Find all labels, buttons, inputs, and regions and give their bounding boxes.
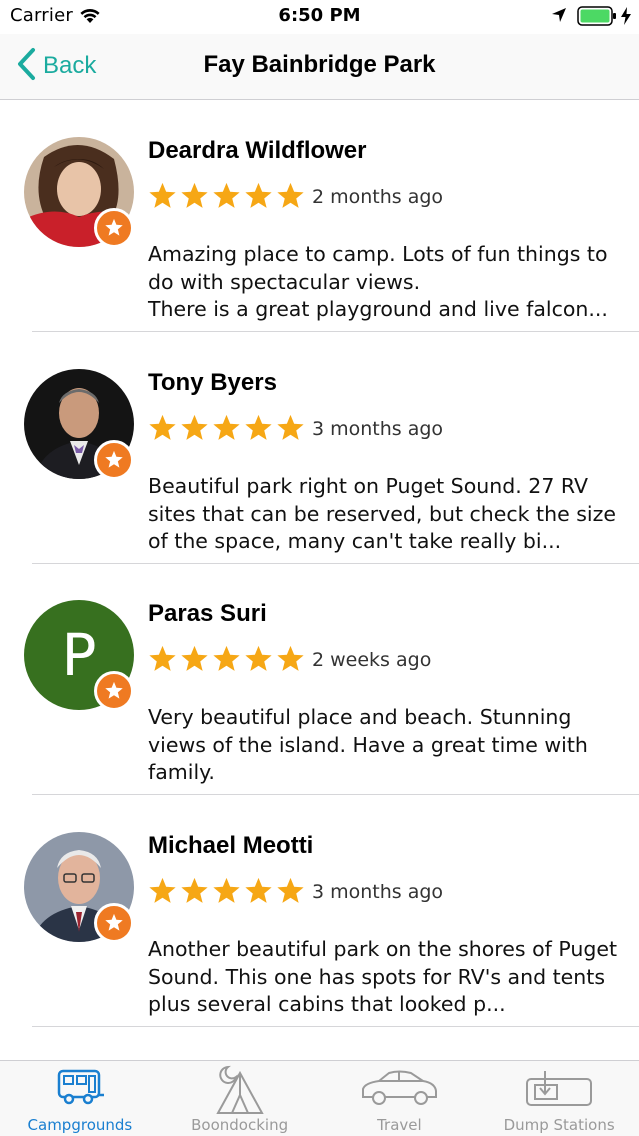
star-icon	[147, 644, 178, 678]
star-icon	[275, 181, 306, 215]
review-item[interactable]: Tony Byers 3 months ago Beautiful park r…	[0, 332, 639, 564]
star-icon	[275, 644, 306, 678]
star-icon	[211, 876, 242, 910]
battery-icon	[577, 6, 617, 30]
review-time: 2 months ago	[312, 186, 444, 208]
tab-label: Dump Stations	[503, 1116, 615, 1134]
star-icon	[243, 181, 274, 215]
star-icon	[179, 876, 210, 910]
star-icon	[243, 876, 274, 910]
reviewer-avatar	[24, 832, 136, 944]
status-bar: Carrier 6:50 PM	[0, 0, 639, 34]
star-icon	[147, 181, 178, 215]
review-time: 2 weeks ago	[312, 649, 432, 671]
reviewer-name: Tony Byers	[148, 369, 277, 396]
tab-label: Campgrounds	[27, 1116, 133, 1134]
review-text: Amazing place to camp. Lots of fun thing…	[148, 242, 608, 321]
star-icon	[275, 876, 306, 910]
star-rating	[147, 181, 306, 215]
review-text: Beautiful park right on Puget Sound. 27 …	[148, 474, 616, 553]
review-time: 3 months ago	[312, 418, 444, 440]
star-icon	[179, 644, 210, 678]
review-list[interactable]: Deardra Wildflower 2 months ago Amazing …	[0, 100, 639, 1060]
reviewer-name: Deardra Wildflower	[148, 137, 367, 164]
reviewer-name: Michael Meotti	[148, 832, 314, 859]
location-arrow-icon	[551, 7, 567, 27]
page-title: Fay Bainbridge Park	[203, 51, 436, 78]
star-icon	[211, 181, 242, 215]
tab-bar: Campgrounds Boondocking Travel Dump Stat…	[0, 1060, 639, 1136]
rv-icon	[55, 1065, 105, 1111]
charging-bolt-icon	[620, 6, 632, 30]
car-icon	[359, 1065, 439, 1113]
star-icon	[179, 181, 210, 215]
star-icon	[243, 413, 274, 447]
review-text: Very beautiful place and beach. Stunning…	[148, 705, 588, 784]
star-rating	[147, 644, 306, 678]
star-icon	[243, 644, 274, 678]
tab-label: Boondocking	[191, 1116, 289, 1134]
badge-star-icon	[94, 903, 134, 943]
star-icon	[211, 413, 242, 447]
review-item[interactable]: Deardra Wildflower 2 months ago Amazing …	[0, 100, 639, 332]
badge-star-icon	[94, 208, 134, 248]
review-time: 3 months ago	[312, 881, 444, 903]
star-icon	[211, 644, 242, 678]
divider	[32, 1026, 639, 1027]
navigation-bar: Back Fay Bainbridge Park	[0, 34, 639, 100]
reviewer-name: Paras Suri	[148, 600, 267, 627]
review-text: Another beautiful park on the shores of …	[148, 937, 618, 1016]
star-icon	[179, 413, 210, 447]
dump-station-icon	[523, 1065, 595, 1113]
review-item[interactable]: Michael Meotti 3 months ago Another beau…	[0, 795, 639, 1027]
star-rating	[147, 876, 306, 910]
tab-label: Travel	[377, 1116, 422, 1134]
tab-travel[interactable]: Travel	[320, 1061, 480, 1136]
clock: 6:50 PM	[278, 5, 361, 26]
reviewer-avatar	[24, 137, 136, 249]
star-icon	[275, 413, 306, 447]
tab-campgrounds[interactable]: Campgrounds	[0, 1061, 160, 1136]
reviewer-avatar: P	[24, 600, 136, 712]
tent-moon-icon	[214, 1065, 266, 1119]
tab-dump-stations[interactable]: Dump Stations	[479, 1061, 639, 1136]
star-rating	[147, 413, 306, 447]
badge-star-icon	[94, 671, 134, 711]
review-item[interactable]: P Paras Suri 2 weeks ago Very beautiful …	[0, 563, 639, 795]
badge-star-icon	[94, 440, 134, 480]
reviewer-avatar	[24, 369, 136, 481]
star-icon	[147, 413, 178, 447]
tab-boondocking[interactable]: Boondocking	[160, 1061, 320, 1136]
star-icon	[147, 876, 178, 910]
